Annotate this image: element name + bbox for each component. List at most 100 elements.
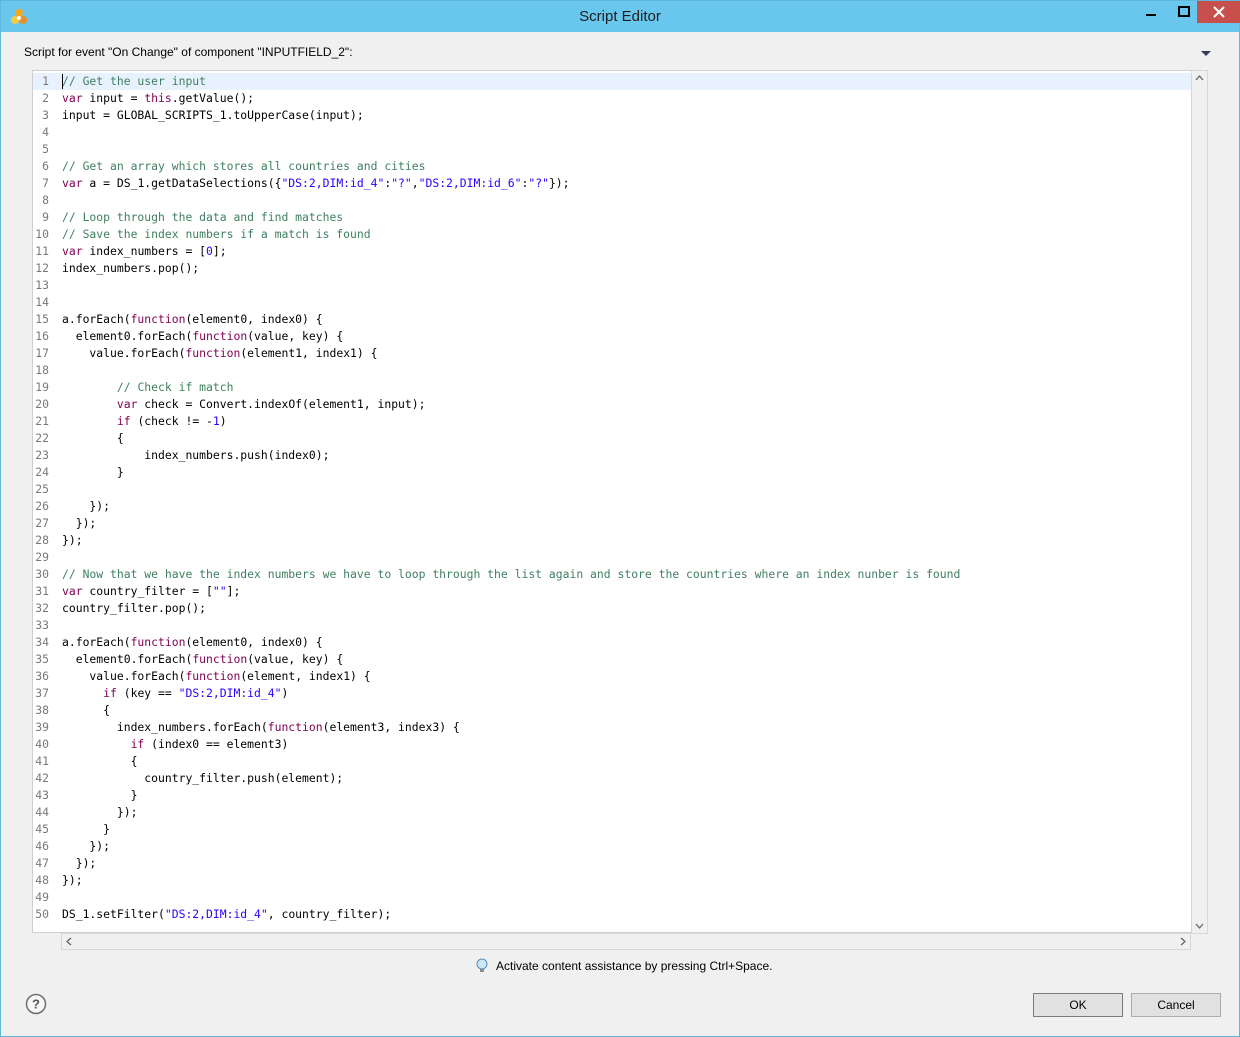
code-line[interactable]: 18	[33, 362, 1193, 379]
code-text[interactable]: if (key == "DS:2,DIM:id_4")	[62, 685, 288, 702]
code-text[interactable]: // Check if match	[62, 379, 234, 396]
code-text[interactable]: });	[62, 855, 97, 872]
code-line[interactable]: 39 index_numbers.forEach(function(elemen…	[33, 719, 1193, 736]
code-line[interactable]: 17 value.forEach(function(element1, inde…	[33, 345, 1193, 362]
code-line[interactable]: 10 // Save the index numbers if a match i…	[33, 226, 1193, 243]
code-text[interactable]: }	[62, 464, 124, 481]
code-text[interactable]: value.forEach(function(element1, index1)…	[62, 345, 377, 362]
code-line[interactable]: 12 index_numbers.pop();	[33, 260, 1193, 277]
code-line[interactable]: 4	[33, 124, 1193, 141]
code-text[interactable]: if (check != -1)	[62, 413, 227, 430]
code-line[interactable]: 34 a.forEach(function(element0, index0) {	[33, 634, 1193, 651]
code-line[interactable]: 15 a.forEach(function(element0, index0) {	[33, 311, 1193, 328]
code-text[interactable]: index_numbers.forEach(function(element3,…	[62, 719, 460, 736]
code-line[interactable]: 35 element0.forEach(function(value, key)…	[33, 651, 1193, 668]
code-line[interactable]: 25	[33, 481, 1193, 498]
code-text[interactable]: var check = Convert.indexOf(element1, in…	[62, 396, 426, 413]
code-line[interactable]: 21 if (check != -1)	[33, 413, 1193, 430]
scroll-right-icon[interactable]	[1175, 934, 1190, 949]
code-line[interactable]: 44 });	[33, 804, 1193, 821]
code-text[interactable]: element0.forEach(function(value, key) {	[62, 651, 344, 668]
code-text[interactable]: country_filter.pop();	[62, 600, 206, 617]
code-line[interactable]: 46 });	[33, 838, 1193, 855]
code-line[interactable]: 22 {	[33, 430, 1193, 447]
code-line[interactable]: 29	[33, 549, 1193, 566]
code-text[interactable]: }	[62, 821, 110, 838]
code-line[interactable]: 19 // Check if match	[33, 379, 1193, 396]
horizontal-scrollbar[interactable]	[61, 933, 1191, 950]
code-text[interactable]: element0.forEach(function(value, key) {	[62, 328, 344, 345]
code-text[interactable]: DS_1.setFilter("DS:2,DIM:id_4", country_…	[62, 906, 391, 923]
code-text[interactable]: });	[62, 532, 83, 549]
code-text[interactable]: });	[62, 872, 83, 889]
cancel-button[interactable]: Cancel	[1131, 993, 1221, 1017]
code-line[interactable]: 36 value.forEach(function(element, index…	[33, 668, 1193, 685]
code-line[interactable]: 31 var country_filter = [""];	[33, 583, 1193, 600]
code-line[interactable]: 41 {	[33, 753, 1193, 770]
code-lines[interactable]: 1 // Get the user input 2 var input = this.…	[33, 73, 1193, 923]
code-text[interactable]: index_numbers.pop();	[62, 260, 199, 277]
code-text[interactable]: value.forEach(function(element, index1) …	[62, 668, 370, 685]
code-text[interactable]: // Now that we have the index numbers we…	[62, 566, 960, 583]
code-line[interactable]: 42 country_filter.push(element);	[33, 770, 1193, 787]
code-line[interactable]: 32 country_filter.pop();	[33, 600, 1193, 617]
code-text[interactable]: // Get an array which stores all countri…	[62, 158, 425, 175]
code-text[interactable]: a.forEach(function(element0, index0) {	[62, 311, 323, 328]
code-line[interactable]: 16 element0.forEach(function(value, key)…	[33, 328, 1193, 345]
code-line[interactable]: 33	[33, 617, 1193, 634]
code-line[interactable]: 14	[33, 294, 1193, 311]
code-text[interactable]: input = GLOBAL_SCRIPTS_1.toUpperCase(inp…	[62, 107, 364, 124]
code-text[interactable]: {	[62, 753, 138, 770]
vertical-scrollbar[interactable]	[1191, 70, 1208, 934]
code-text[interactable]: });	[62, 804, 138, 821]
code-text[interactable]: // Loop through the data and find matche…	[62, 209, 343, 226]
code-line[interactable]: 40 if (index0 == element3)	[33, 736, 1193, 753]
code-text[interactable]: {	[62, 702, 110, 719]
code-line[interactable]: 2 var input = this.getValue();	[33, 90, 1193, 107]
scroll-left-icon[interactable]	[62, 934, 77, 949]
code-line[interactable]: 9 // Loop through the data and find match…	[33, 209, 1193, 226]
code-text[interactable]: var input = this.getValue();	[62, 90, 254, 107]
code-line[interactable]: 27 });	[33, 515, 1193, 532]
code-line[interactable]: 43 }	[33, 787, 1193, 804]
help-icon[interactable]: ?	[25, 993, 47, 1015]
code-text[interactable]: country_filter.push(element);	[62, 770, 343, 787]
close-button[interactable]	[1197, 1, 1240, 23]
code-text[interactable]: var country_filter = [""];	[62, 583, 240, 600]
code-line[interactable]: 47 });	[33, 855, 1193, 872]
code-editor[interactable]: 1 // Get the user input 2 var input = this.…	[32, 70, 1207, 933]
code-line[interactable]: 38 {	[33, 702, 1193, 719]
code-text[interactable]: // Get the user input	[62, 73, 206, 90]
code-text[interactable]: var a = DS_1.getDataSelections({"DS:2,DI…	[62, 175, 570, 192]
code-line[interactable]: 8	[33, 192, 1193, 209]
code-line[interactable]: 28});	[33, 532, 1193, 549]
code-line[interactable]: 26 });	[33, 498, 1193, 515]
code-text[interactable]: if (index0 == element3)	[62, 736, 289, 753]
code-text[interactable]: a.forEach(function(element0, index0) {	[62, 634, 323, 651]
code-line[interactable]: 6 // Get an array which stores all countr…	[33, 158, 1193, 175]
code-text[interactable]: {	[62, 430, 124, 447]
code-line[interactable]: 7 var a = DS_1.getDataSelections({"DS:2,D…	[33, 175, 1193, 192]
code-line[interactable]: 45 }	[33, 821, 1193, 838]
code-text[interactable]: }	[62, 787, 138, 804]
code-text[interactable]: });	[62, 498, 110, 515]
code-text[interactable]: });	[62, 515, 97, 532]
code-line[interactable]: 20 var check = Convert.indexOf(element1,…	[33, 396, 1193, 413]
code-line[interactable]: 23 index_numbers.push(index0);	[33, 447, 1193, 464]
ok-button[interactable]: OK	[1033, 993, 1123, 1017]
code-line[interactable]: 1 // Get the user input	[33, 73, 1193, 90]
code-line[interactable]: 5	[33, 141, 1193, 158]
code-line[interactable]: 11 var index_numbers = [0];	[33, 243, 1193, 260]
code-line[interactable]: 13	[33, 277, 1193, 294]
code-line[interactable]: 37 if (key == "DS:2,DIM:id_4")	[33, 685, 1193, 702]
title-bar[interactable]: Script Editor	[1, 1, 1240, 32]
scroll-down-icon[interactable]	[1192, 918, 1207, 933]
code-text[interactable]: });	[62, 838, 110, 855]
scroll-up-icon[interactable]	[1192, 71, 1207, 86]
code-line[interactable]: 50 DS_1.setFilter("DS:2,DIM:id_4", countr…	[33, 906, 1193, 923]
code-line[interactable]: 3 input = GLOBAL_SCRIPTS_1.toUpperCase(in…	[33, 107, 1193, 124]
code-line[interactable]: 49	[33, 889, 1193, 906]
code-line[interactable]: 24 }	[33, 464, 1193, 481]
chevron-down-icon[interactable]	[1198, 46, 1214, 60]
code-line[interactable]: 48});	[33, 872, 1193, 889]
